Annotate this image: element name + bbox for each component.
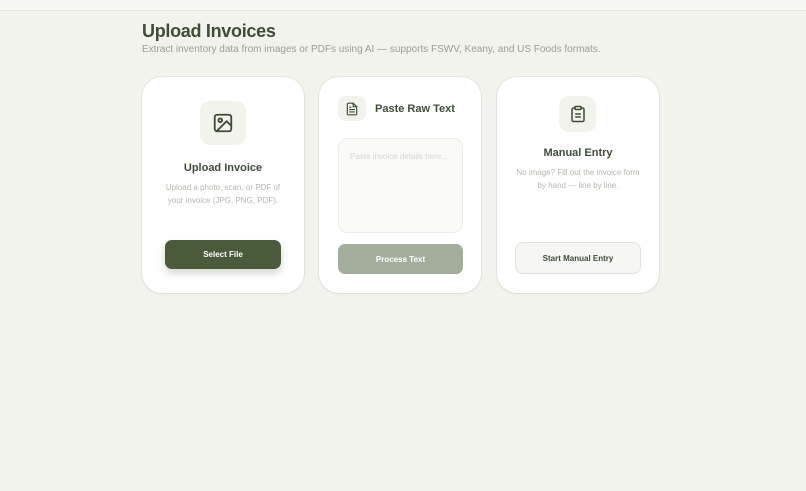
start-manual-entry-button[interactable]: Start Manual Entry [515, 242, 641, 274]
manual-entry-title: Manual Entry [543, 147, 613, 159]
page-subtitle: Extract inventory data from images or PD… [142, 44, 601, 55]
upload-invoice-card: Upload Invoice Upload a photo, scan, or … [142, 77, 304, 293]
paste-raw-text-title: Paste Raw Text [375, 103, 455, 115]
paste-icon-tile [338, 96, 366, 121]
image-icon [213, 113, 233, 133]
manual-entry-description: No image? Fill out the invoice form by h… [516, 168, 640, 190]
page-title: Upload Invoices [142, 21, 276, 41]
page-header: Upload Invoices Extract inventory data f… [142, 20, 702, 57]
upload-icon-tile [200, 101, 246, 145]
select-file-button[interactable]: Select File [165, 240, 281, 269]
manual-icon-tile [559, 96, 596, 132]
upload-invoice-description: Upload a photo, scan, or PDF of your inv… [165, 183, 281, 205]
manual-entry-card: Manual Entry No image? Fill out the invo… [497, 77, 659, 293]
process-text-button[interactable]: Process Text [338, 244, 463, 274]
clipboard-icon [570, 105, 585, 123]
top-bar [0, 0, 806, 11]
upload-invoice-title: Upload Invoice [183, 162, 263, 174]
document-icon [346, 102, 358, 115]
invoice-text-input[interactable] [338, 138, 463, 233]
paste-raw-text-card: Paste Raw Text Process Text [319, 77, 481, 293]
